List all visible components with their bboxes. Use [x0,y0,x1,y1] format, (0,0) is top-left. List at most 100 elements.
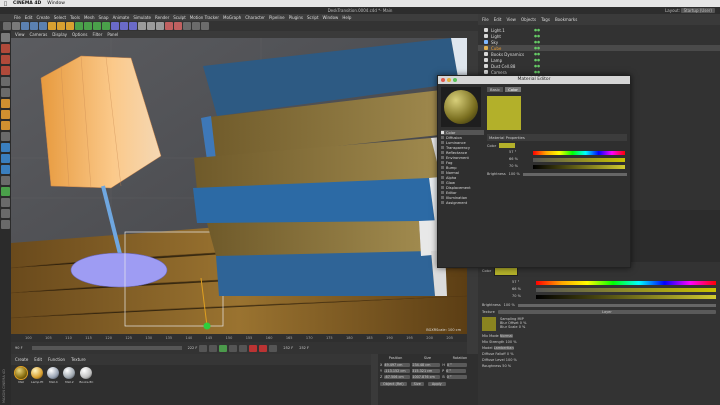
toolbar-tool-10-icon[interactable] [84,22,92,30]
left-tool-9-icon[interactable] [1,121,10,130]
attr-diffuse-level-value[interactable]: 100 % [506,358,517,362]
play-button[interactable] [219,344,228,352]
coord-size-select[interactable]: Size [410,382,424,386]
coord-size-field[interactable]: 315.321 cm [412,369,441,373]
channel-checkbox[interactable] [441,161,444,164]
channel-checkbox[interactable] [441,141,444,144]
material-thumb[interactable]: Books.8C [79,367,93,384]
object-name[interactable]: Books Dynamics [491,52,531,57]
attr-blur-scale-value[interactable]: 0 % [519,325,526,329]
coord-position-field[interactable]: -67.506 cm [384,375,411,379]
attr-hue-slider[interactable] [536,281,716,285]
channel-checkbox[interactable] [441,196,444,199]
prev-frame-button[interactable] [209,344,218,352]
toolbar-tool-2-icon[interactable] [12,22,20,30]
objmgr-menu-edit[interactable]: Edit [494,17,502,22]
keyframe-button[interactable] [269,344,278,352]
visibility-dots-icon[interactable]: ●● [534,52,540,56]
left-tool-2-icon[interactable] [1,44,10,53]
coord-rotation-field[interactable]: 0 ° [446,363,467,367]
mated-s-value[interactable]: 66 % [509,157,518,161]
matmgr-menu-edit[interactable]: Edit [34,357,42,362]
toolbar-tool-18-icon[interactable] [156,22,164,30]
attr-texture-button[interactable]: Layer [497,310,716,314]
channel-item[interactable]: Assignment [441,200,484,205]
toolbar-tool-7-icon[interactable] [57,22,65,30]
attr-h-value[interactable]: 57 ° [512,280,519,284]
visibility-dots-icon[interactable]: ●● [534,70,540,74]
menu-script[interactable]: Script [307,15,319,20]
menu-edit[interactable]: Edit [25,15,33,20]
attr-v-value[interactable]: 70 % [512,294,521,298]
channel-checkbox[interactable] [441,151,444,154]
toolbar-tool-22-icon[interactable] [192,22,200,30]
toolbar-tool-5-icon[interactable] [39,22,47,30]
channel-checkbox[interactable] [441,176,444,179]
timeline-ruler[interactable]: 100 105 110 115 120 125 130 135 140 145 150 155 160 1… [11,334,467,342]
toolbar-tool-13-icon[interactable] [111,22,119,30]
left-tool-14-icon[interactable] [1,176,10,185]
attr-roughness-value[interactable]: 50 % [502,364,511,368]
toolbar-tool-23-icon[interactable] [201,22,209,30]
left-tool-18-icon[interactable] [1,220,10,229]
menu-motion-tracker[interactable]: Motion Tracker [190,15,219,20]
apple-icon[interactable]:  [4,1,7,7]
toolbar-tool-4-icon[interactable] [30,22,38,30]
matmgr-menu-texture[interactable]: Texture [71,357,86,362]
left-tool-1-icon[interactable] [1,33,10,42]
toolbar-tool-14-icon[interactable] [120,22,128,30]
left-tool-3-icon[interactable] [1,55,10,64]
visibility-dots-icon[interactable]: ●● [534,28,540,32]
coord-rotation-field[interactable]: 0 ° [446,369,467,373]
window-menu[interactable]: Window [47,1,65,6]
tab-color[interactable]: Color [505,87,521,92]
object-name[interactable]: Sky [491,40,531,45]
menu-select[interactable]: Select [54,15,66,20]
material-thumb[interactable]: Mat.4 [47,367,60,384]
object-name[interactable]: Light [491,34,531,39]
viewport-menu-filter[interactable]: Filter [92,32,102,37]
timeline-scrubber[interactable] [31,346,182,350]
menu-create[interactable]: Create [36,15,49,20]
close-icon[interactable] [441,78,445,82]
coord-mode-select[interactable]: Object (Rel) [380,382,407,386]
coord-position-field[interactable]: 49.497 cm [384,363,411,367]
left-tool-4-icon[interactable] [1,66,10,75]
coord-size-field[interactable]: 234.48 cm [412,363,441,367]
menu-mesh[interactable]: Mesh [84,15,95,20]
toolbar-tool-12-icon[interactable] [102,22,110,30]
menu-animate[interactable]: Animate [113,15,130,20]
record-button[interactable] [249,344,258,352]
objmgr-menu-objects[interactable]: Objects [521,17,536,22]
timeline-start[interactable]: 90 F [15,346,23,350]
channel-checkbox[interactable] [441,146,444,149]
channel-checkbox[interactable] [441,186,444,189]
material-thumb[interactable]: Lamp.Et [31,367,43,384]
attr-saturation-slider[interactable] [536,288,716,292]
mated-h-value[interactable]: 57 ° [509,150,516,154]
toolbar-tool-6-icon[interactable] [48,22,56,30]
attr-value-slider[interactable] [536,295,716,299]
mated-brightness-value[interactable]: 100 % [509,172,520,176]
viewport-menu-cameras[interactable]: Cameras [30,32,48,37]
left-tool-12-icon[interactable] [1,154,10,163]
left-tool-8-icon[interactable] [1,110,10,119]
left-tool-7-icon[interactable] [1,99,10,108]
left-tool-6-icon[interactable] [1,88,10,97]
toolbar-tool-1-icon[interactable] [3,22,11,30]
left-tool-5-icon[interactable] [1,77,10,86]
menu-help[interactable]: Help [342,15,351,20]
left-tool-17-icon[interactable] [1,209,10,218]
next-frame-button[interactable] [229,344,238,352]
tab-basic[interactable]: Basic [487,87,504,92]
object-name[interactable]: Light.1 [491,28,531,33]
mated-v-value[interactable]: 70 % [509,164,518,168]
object-name[interactable]: Lamp [491,58,531,63]
channel-checkbox[interactable] [441,131,444,134]
menu-character[interactable]: Character [245,15,265,20]
menu-sculpt[interactable]: Sculpt [173,15,186,20]
menu-snap[interactable]: Snap [98,15,108,20]
objmgr-menu-bookmarks[interactable]: Bookmarks [555,17,577,22]
channel-checkbox[interactable] [441,166,444,169]
mated-brightness-slider[interactable] [522,172,627,176]
